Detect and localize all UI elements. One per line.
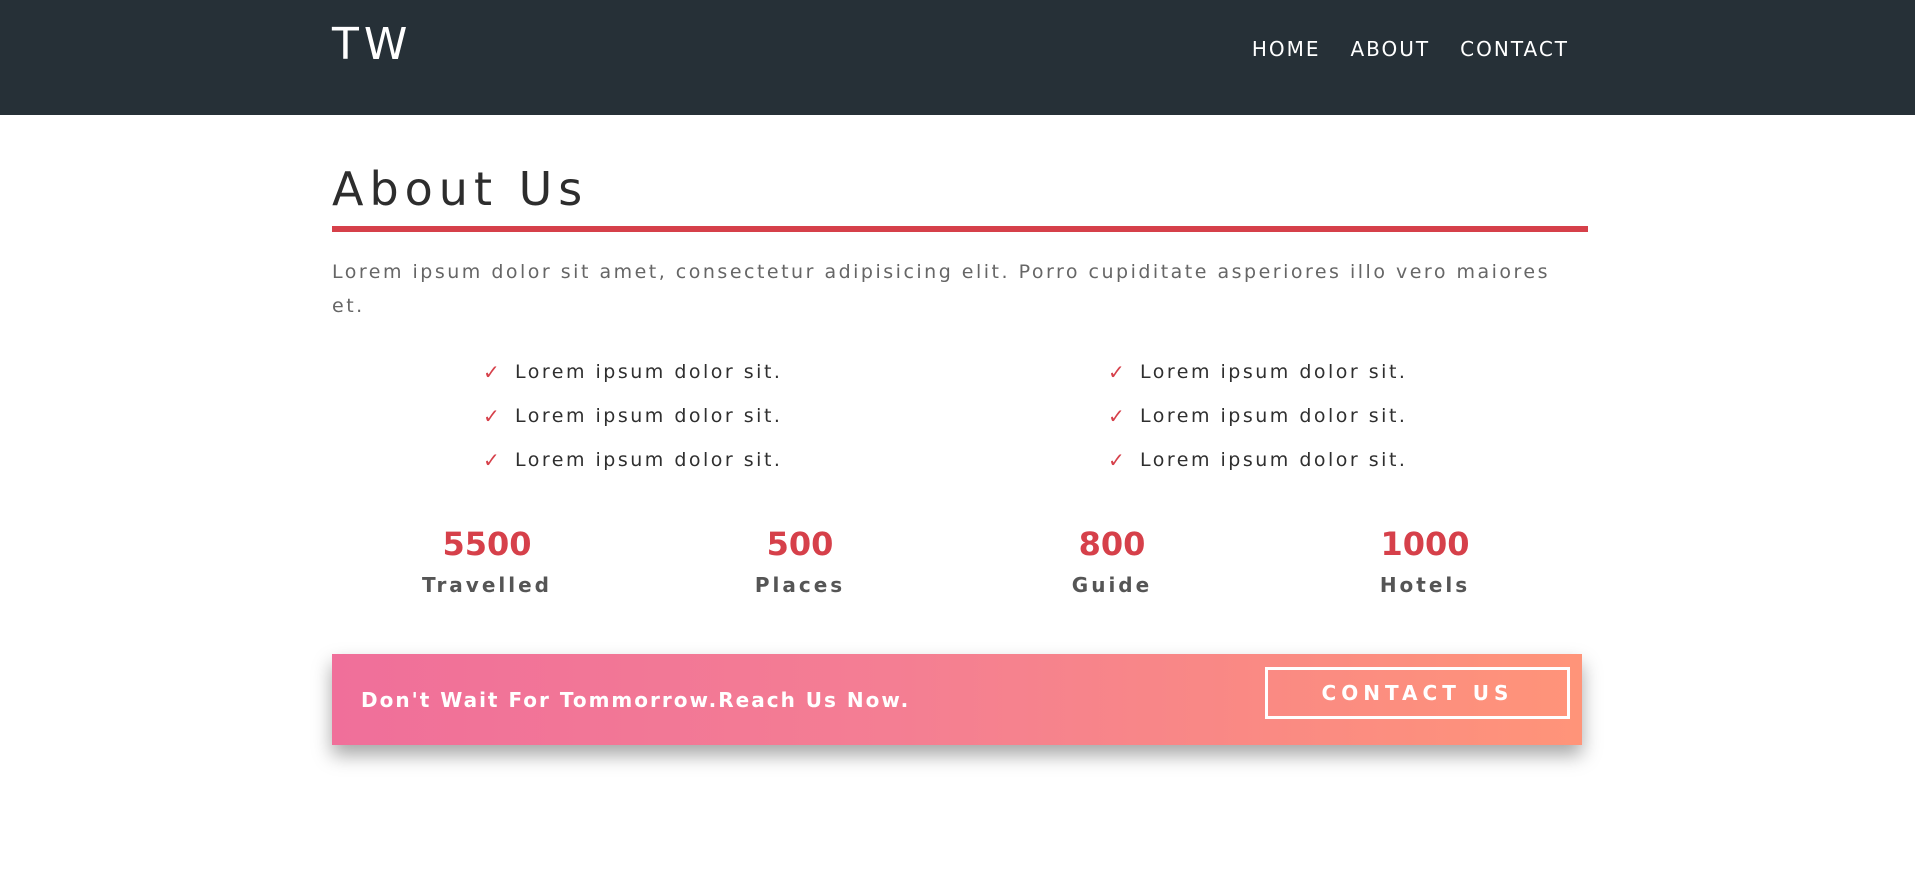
list-item-text: Lorem ipsum dolor sit. [515, 361, 783, 383]
about-intro-text: Lorem ipsum dolor sit amet, consectetur … [332, 261, 1551, 317]
cta-banner: Don't Wait For Tommorrow.Reach Us Now. C… [332, 654, 1582, 745]
list-item-text: Lorem ipsum dolor sit. [515, 405, 783, 427]
stat-label: Guide [1071, 573, 1153, 597]
stat-travelled: 5500 Travelled [357, 520, 617, 600]
main-nav: HOME ABOUT CONTACT [1252, 36, 1569, 62]
nav-home-link[interactable]: HOME [1252, 36, 1321, 62]
list-item-text: Lorem ipsum dolor sit. [1140, 405, 1408, 427]
list-item-text: Lorem ipsum dolor sit. [1140, 361, 1408, 383]
site-logo[interactable]: TW [332, 18, 412, 72]
stat-label: Travelled [422, 573, 552, 597]
stat-places: 500 Places [670, 520, 930, 600]
check-icon: ✓ [1108, 360, 1128, 384]
feature-list-left: ✓ Lorem ipsum dolor sit. ✓ Lorem ipsum dol… [483, 350, 782, 482]
stat-value: 800 [1078, 525, 1146, 563]
contact-us-button[interactable]: CONTACT US [1265, 667, 1570, 719]
list-item: ✓ Lorem ipsum dolor sit. [483, 350, 782, 394]
list-item-text: Lorem ipsum dolor sit. [1140, 449, 1408, 471]
list-item-text: Lorem ipsum dolor sit. [515, 449, 783, 471]
page-title: About Us [332, 162, 589, 216]
stat-guide: 800 Guide [982, 520, 1242, 600]
cta-text: Don't Wait For Tommorrow.Reach Us Now. [361, 688, 911, 712]
feature-list-right: ✓ Lorem ipsum dolor sit. ✓ Lorem ipsum dol… [1108, 350, 1407, 482]
list-item: ✓ Lorem ipsum dolor sit. [1108, 438, 1407, 482]
list-item: ✓ Lorem ipsum dolor sit. [483, 438, 782, 482]
list-item: ✓ Lorem ipsum dolor sit. [1108, 350, 1407, 394]
nav-about-link[interactable]: ABOUT [1351, 36, 1431, 62]
stat-value: 500 [766, 525, 834, 563]
check-icon: ✓ [1108, 448, 1128, 472]
stat-label: Hotels [1379, 573, 1471, 597]
nav-contact-link[interactable]: CONTACT [1460, 36, 1569, 62]
navbar: TW HOME ABOUT CONTACT [0, 0, 1915, 115]
stat-value: 5500 [442, 525, 532, 563]
stats-section: 5500 Travelled 500 Places 800 Guide 1000… [332, 520, 1588, 610]
check-icon: ✓ [483, 448, 503, 472]
list-item: ✓ Lorem ipsum dolor sit. [1108, 394, 1407, 438]
list-item: ✓ Lorem ipsum dolor sit. [483, 394, 782, 438]
check-icon: ✓ [483, 404, 503, 428]
stat-hotels: 1000 Hotels [1295, 520, 1555, 600]
stat-value: 1000 [1380, 525, 1470, 563]
check-icon: ✓ [483, 360, 503, 384]
check-icon: ✓ [1108, 404, 1128, 428]
stat-label: Places [754, 573, 846, 597]
title-underline [332, 226, 1588, 232]
